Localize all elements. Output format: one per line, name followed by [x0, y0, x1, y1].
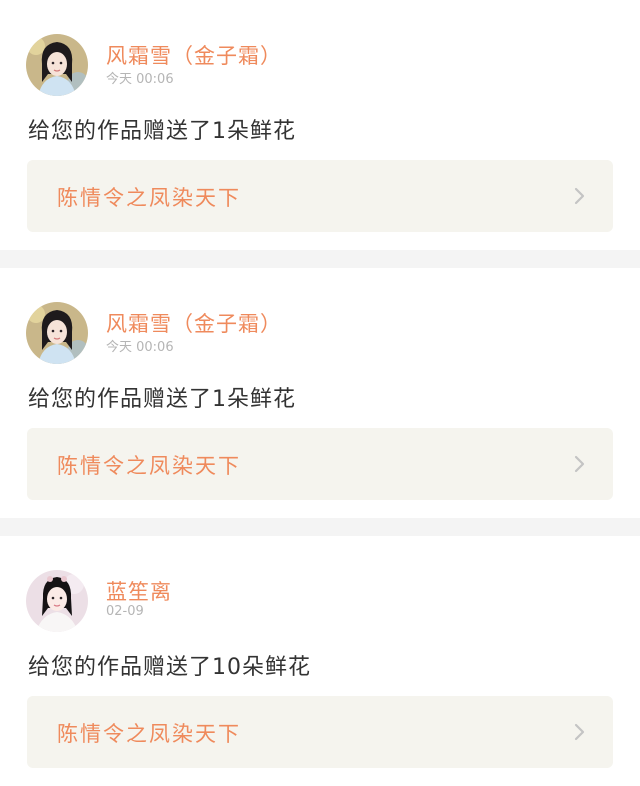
user-name[interactable]: 蓝笙离: [106, 576, 172, 606]
user-avatar[interactable]: [26, 34, 88, 96]
avatar-girl-blue-robe-icon: [26, 302, 88, 364]
notification-card: 风霜雪（金子霜） 今天 00:06 给您的作品赠送了1朵鲜花 陈情令之凤染天下: [0, 0, 640, 250]
user-name[interactable]: 风霜雪（金子霜）: [106, 308, 282, 338]
chevron-right-icon: [574, 723, 585, 741]
chevron-right-icon: [574, 187, 585, 205]
work-title: 陈情令之凤染天下: [57, 722, 241, 746]
chevron-right-icon: [574, 455, 585, 473]
notification-time: 今天 00:06: [106, 72, 174, 87]
user-name[interactable]: 风霜雪（金子霜）: [106, 40, 282, 70]
user-avatar[interactable]: [26, 570, 88, 632]
avatar-girl-white-robe-icon: [26, 570, 88, 632]
user-avatar[interactable]: [26, 302, 88, 364]
gift-message: 给您的作品赠送了1朵鲜花: [28, 387, 296, 412]
work-title: 陈情令之凤染天下: [57, 186, 241, 210]
avatar-girl-blue-robe-icon: [26, 34, 88, 96]
work-link[interactable]: 陈情令之凤染天下: [27, 160, 613, 232]
work-link[interactable]: 陈情令之凤染天下: [27, 428, 613, 500]
gift-message: 给您的作品赠送了1朵鲜花: [28, 119, 296, 144]
notification-card: 蓝笙离 02-09 给您的作品赠送了10朵鲜花 陈情令之凤染天下: [0, 536, 640, 786]
work-link[interactable]: 陈情令之凤染天下: [27, 696, 613, 768]
notification-time: 02-09: [106, 604, 144, 619]
gift-notification-feed: 风霜雪（金子霜） 今天 00:06 给您的作品赠送了1朵鲜花 陈情令之凤染天下: [0, 0, 640, 786]
gift-message: 给您的作品赠送了10朵鲜花: [28, 655, 311, 680]
work-title: 陈情令之凤染天下: [57, 454, 241, 478]
notification-time: 今天 00:06: [106, 340, 174, 355]
notification-card: 风霜雪（金子霜） 今天 00:06 给您的作品赠送了1朵鲜花 陈情令之凤染天下: [0, 268, 640, 518]
